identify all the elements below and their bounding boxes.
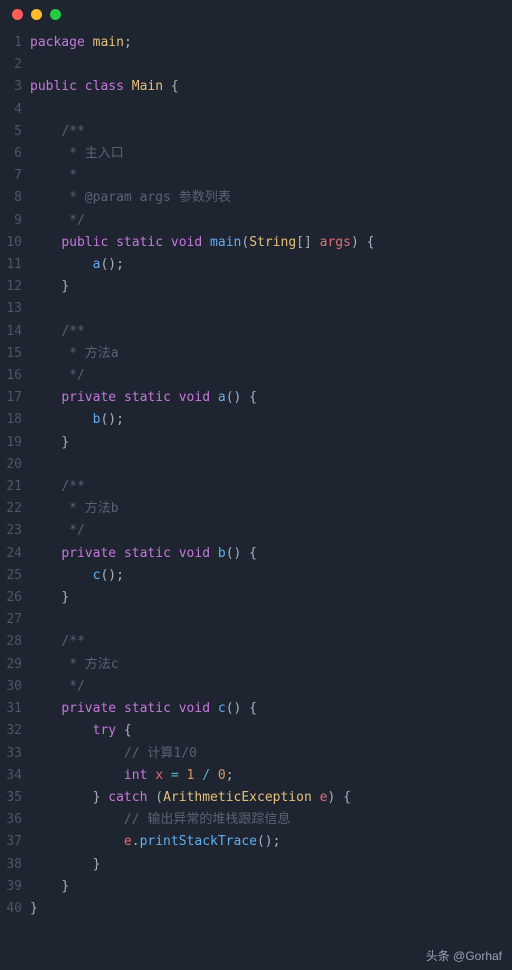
code-line[interactable] (30, 99, 512, 121)
line-number: 31 (0, 698, 22, 720)
code-line[interactable] (30, 298, 512, 320)
zoom-icon[interactable] (50, 9, 61, 20)
line-number: 6 (0, 143, 22, 165)
code-line[interactable]: b(); (30, 409, 512, 431)
code-line[interactable]: } (30, 587, 512, 609)
code-line[interactable]: public class Main { (30, 76, 512, 98)
line-number: 14 (0, 321, 22, 343)
line-number: 29 (0, 654, 22, 676)
code-line[interactable]: e.printStackTrace(); (30, 831, 512, 853)
code-line[interactable]: /** (30, 121, 512, 143)
line-number: 30 (0, 676, 22, 698)
line-number: 38 (0, 854, 22, 876)
line-number: 28 (0, 631, 22, 653)
code-line[interactable]: int x = 1 / 0; (30, 765, 512, 787)
window-titlebar (0, 0, 512, 28)
line-number: 1 (0, 32, 22, 54)
code-line[interactable]: * 主入口 (30, 143, 512, 165)
code-line[interactable]: * @param args 参数列表 (30, 187, 512, 209)
line-number: 19 (0, 432, 22, 454)
line-number: 16 (0, 365, 22, 387)
line-number: 21 (0, 476, 22, 498)
line-number: 2 (0, 54, 22, 76)
line-number: 11 (0, 254, 22, 276)
code-line[interactable] (30, 609, 512, 631)
code-line[interactable]: a(); (30, 254, 512, 276)
code-line[interactable]: */ (30, 676, 512, 698)
code-line[interactable]: * (30, 165, 512, 187)
code-line[interactable]: } (30, 898, 512, 920)
line-number: 35 (0, 787, 22, 809)
code-line[interactable]: /** (30, 631, 512, 653)
line-number: 26 (0, 587, 22, 609)
code-line[interactable]: } (30, 276, 512, 298)
line-number: 25 (0, 565, 22, 587)
line-number: 3 (0, 76, 22, 98)
code-editor[interactable]: 1234567891011121314151617181920212223242… (0, 28, 512, 924)
line-number: 22 (0, 498, 22, 520)
line-number: 10 (0, 232, 22, 254)
code-line[interactable]: * 方法b (30, 498, 512, 520)
code-line[interactable]: } catch (ArithmeticException e) { (30, 787, 512, 809)
code-line[interactable]: * 方法c (30, 654, 512, 676)
code-line[interactable]: /** (30, 321, 512, 343)
line-number: 39 (0, 876, 22, 898)
line-number: 12 (0, 276, 22, 298)
line-number: 27 (0, 609, 22, 631)
code-line[interactable] (30, 54, 512, 76)
line-number: 20 (0, 454, 22, 476)
code-line[interactable]: private static void c() { (30, 698, 512, 720)
code-line[interactable]: // 输出异常的堆栈跟踪信息 (30, 809, 512, 831)
line-number: 33 (0, 743, 22, 765)
line-number: 32 (0, 720, 22, 742)
close-icon[interactable] (12, 9, 23, 20)
line-number: 13 (0, 298, 22, 320)
line-number: 40 (0, 898, 22, 920)
line-number: 9 (0, 210, 22, 232)
line-number: 18 (0, 409, 22, 431)
line-number-gutter: 1234567891011121314151617181920212223242… (0, 32, 30, 920)
minimize-icon[interactable] (31, 9, 42, 20)
line-number: 24 (0, 543, 22, 565)
line-number: 37 (0, 831, 22, 853)
line-number: 34 (0, 765, 22, 787)
code-line[interactable]: private static void b() { (30, 543, 512, 565)
code-line[interactable]: try { (30, 720, 512, 742)
code-line[interactable] (30, 454, 512, 476)
line-number: 36 (0, 809, 22, 831)
line-number: 7 (0, 165, 22, 187)
code-line[interactable]: // 计算1/0 (30, 743, 512, 765)
code-line[interactable]: */ (30, 365, 512, 387)
code-line[interactable]: } (30, 432, 512, 454)
code-line[interactable]: public static void main(String[] args) { (30, 232, 512, 254)
line-number: 23 (0, 520, 22, 542)
line-number: 17 (0, 387, 22, 409)
line-number: 4 (0, 99, 22, 121)
line-number: 15 (0, 343, 22, 365)
code-line[interactable]: * 方法a (30, 343, 512, 365)
line-number: 5 (0, 121, 22, 143)
code-content[interactable]: package main; public class Main { /** * … (30, 32, 512, 920)
code-line[interactable]: } (30, 854, 512, 876)
code-line[interactable]: */ (30, 210, 512, 232)
code-line[interactable]: } (30, 876, 512, 898)
code-line[interactable]: private static void a() { (30, 387, 512, 409)
code-line[interactable]: /** (30, 476, 512, 498)
code-line[interactable]: c(); (30, 565, 512, 587)
code-line[interactable]: package main; (30, 32, 512, 54)
code-line[interactable]: */ (30, 520, 512, 542)
line-number: 8 (0, 187, 22, 209)
image-caption: 头条 @Gorhaf (426, 947, 502, 964)
